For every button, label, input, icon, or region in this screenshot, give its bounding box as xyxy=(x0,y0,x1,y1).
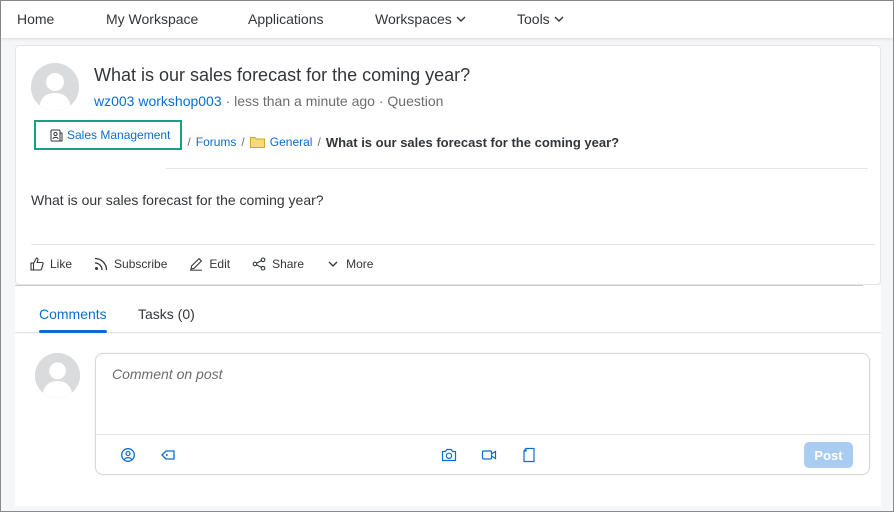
post-card: What is our sales forecast for the comin… xyxy=(15,45,881,285)
tabs-bar: Comments Tasks (0) xyxy=(15,285,881,333)
nav-my-workspace[interactable]: My Workspace xyxy=(106,11,198,27)
group-icon xyxy=(50,129,63,141)
folder-icon xyxy=(249,137,265,148)
pencil-icon xyxy=(190,257,203,271)
divider xyxy=(15,285,863,286)
breadcrumb-forums[interactable]: Forums xyxy=(196,135,237,149)
breadcrumb-separator: / xyxy=(187,135,191,149)
breadcrumb-current: What is our sales forecast for the comin… xyxy=(325,134,620,150)
like-button[interactable]: Like xyxy=(30,257,72,271)
breadcrumb-separator: / xyxy=(241,135,245,149)
tab-comments[interactable]: Comments xyxy=(39,306,107,322)
meta-dot: · xyxy=(225,93,235,109)
breadcrumb-group: Sales Management xyxy=(67,128,171,142)
active-tab-indicator xyxy=(39,330,107,333)
breadcrumb-folder[interactable]: General xyxy=(270,135,313,149)
nav-applications[interactable]: Applications xyxy=(248,11,324,27)
edit-button[interactable]: Edit xyxy=(189,257,230,271)
share-icon xyxy=(252,257,266,271)
post-title: What is our sales forecast for the comin… xyxy=(94,65,471,85)
more-label: More xyxy=(346,257,374,271)
breadcrumb: Sales Management / Forums / General / Wh… xyxy=(34,120,620,150)
post-actions: Like Subscribe Edit Share More xyxy=(30,257,395,271)
like-label: Like xyxy=(50,257,73,271)
divider xyxy=(166,168,868,169)
more-button[interactable]: More xyxy=(326,257,373,271)
edit-label: Edit xyxy=(209,257,231,271)
tab-tasks[interactable]: Tasks (0) xyxy=(138,306,195,322)
breadcrumb-separator: / xyxy=(317,135,321,149)
post-meta: wz003 workshop003 · less than a minute a… xyxy=(94,93,443,109)
comment-input[interactable]: Comment on post Post xyxy=(95,353,870,475)
share-button[interactable]: Share xyxy=(252,257,304,271)
rss-icon xyxy=(94,257,108,271)
chevron-down-icon xyxy=(328,261,338,267)
tag-icon[interactable] xyxy=(160,447,176,463)
nav-workspaces[interactable]: Workspaces xyxy=(375,11,466,27)
video-icon[interactable] xyxy=(481,447,497,463)
nav-home[interactable]: Home xyxy=(17,11,54,27)
post-body: What is our sales forecast for the comin… xyxy=(31,192,324,208)
document-icon[interactable] xyxy=(521,447,537,463)
post-type: Question xyxy=(387,93,444,109)
subscribe-label: Subscribe xyxy=(114,257,168,271)
comment-composer-area: Comment on post Post xyxy=(15,334,881,506)
chevron-down-icon xyxy=(456,16,466,22)
comment-placeholder: Comment on post xyxy=(112,366,223,382)
thumbs-up-icon xyxy=(30,257,44,271)
share-label: Share xyxy=(272,257,305,271)
subscribe-button[interactable]: Subscribe xyxy=(94,257,167,271)
nav-workspaces-label: Workspaces xyxy=(375,11,452,27)
author-avatar[interactable] xyxy=(31,63,79,111)
person-icon xyxy=(31,63,79,111)
current-user-avatar xyxy=(35,353,80,398)
divider xyxy=(31,244,875,245)
nav-tools-label: Tools xyxy=(517,11,550,27)
nav-tools[interactable]: Tools xyxy=(517,11,564,27)
post-time: less than a minute ago xyxy=(234,93,375,109)
person-icon xyxy=(35,353,80,398)
breadcrumb-group-highlight[interactable]: Sales Management xyxy=(34,120,183,150)
mention-icon[interactable] xyxy=(120,447,136,463)
divider xyxy=(96,434,869,435)
camera-icon[interactable] xyxy=(441,447,457,463)
post-button[interactable]: Post xyxy=(804,442,853,468)
chevron-down-icon xyxy=(554,16,564,22)
author-link[interactable]: wz003 workshop003 xyxy=(94,93,222,109)
top-navigation: Home My Workspace Applications Workspace… xyxy=(1,1,893,38)
